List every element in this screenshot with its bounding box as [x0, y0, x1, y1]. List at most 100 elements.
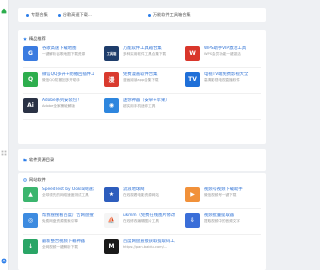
app-meta: 微信QQ多开+防撤回插件工具 微信QQ防撤回多开助手	[42, 72, 94, 83]
app-card[interactable]: ⛵ ukmm（免费在线图片修改器）在线修改编辑图片工具	[104, 213, 175, 228]
app-card[interactable]: ↓ 最新整合视频下载神器 全网视频一键解析下载	[23, 239, 94, 254]
app-card[interactable]: M 百度网盘直接获取提取码工具 https://pan.baidu.com/...	[104, 239, 175, 254]
app-thumbnail[interactable]: ⛵	[104, 213, 119, 228]
app-description: 免费网盘资源搜索引擎	[42, 218, 78, 223]
app-thumbnail[interactable]: M	[104, 239, 119, 254]
globe-icon	[23, 178, 27, 182]
app-description: 提取视频中的音频文字	[204, 218, 240, 223]
app-thumbnail[interactable]: 漫	[104, 72, 119, 87]
app-thumbnail[interactable]: ★	[104, 187, 119, 202]
notice-item-google[interactable]: 谷歌高速下载...	[57, 12, 92, 18]
notice-label: 万能软件工具箱合集	[152, 12, 191, 17]
app-description: 一键解析谷歌地图下载资源	[42, 51, 86, 56]
notice-label: 专题合集	[31, 12, 48, 17]
app-card[interactable]: 漫免费漫画软件合集 漫画阅读app合集下载	[104, 72, 175, 87]
app-title[interactable]: SpeedTest by Ookla网速测试	[42, 187, 94, 193]
app-description: 全球领先的网络速度测试工具	[42, 192, 89, 197]
app-description: WPS会员功能一键激活	[204, 51, 241, 56]
app-meta: 万能软件工具箱合集 多种实用软件工具合集下载	[123, 46, 175, 57]
section-title: 软件资源目录	[29, 157, 55, 162]
app-description: 超实用手机迷你工具	[123, 103, 156, 108]
app-title[interactable]: 微信QQ多开+防撤回插件工具	[42, 72, 94, 78]
app-card[interactable]: Q 微信QQ多开+防撤回插件工具 微信QQ防撤回多开助手	[23, 72, 94, 87]
back-to-top-icon[interactable]	[1, 258, 7, 264]
app-description: 微信QQ防撤回多开助手	[42, 77, 81, 82]
notice-item-toolbox[interactable]: 万能软件工具箱合集	[147, 12, 191, 18]
app-thumbnail[interactable]: Ai	[23, 98, 38, 113]
app-card[interactable]: W WPS助手VIP激活工具 WPS会员功能一键激活	[185, 46, 256, 61]
app-thumbnail[interactable]: ↓	[23, 239, 38, 254]
star-icon	[23, 37, 27, 41]
notice-label: 谷歌高速下载...	[62, 12, 92, 17]
app-thumbnail[interactable]: ◎	[23, 213, 38, 228]
app-card[interactable]: ▶ 视频号视频下载助手 微信视频号一键下载	[185, 187, 256, 202]
home-icon[interactable]	[1, 8, 7, 14]
grid-icon[interactable]	[1, 150, 7, 156]
app-meta: 电视TV端免费影视大全 高清影视电视直播软件	[204, 72, 256, 83]
app-meta: SpeedTest by Ookla网速测试全球领先的网络速度测试工具	[42, 187, 94, 198]
app-title[interactable]: 迷你神器（安卓+苹果）	[123, 98, 175, 104]
app-meta: 视频号视频下载助手 微信视频号一键下载	[204, 187, 256, 198]
app-meta: 免费漫画软件合集 漫画阅读app合集下载	[123, 72, 175, 83]
featured-panel: 精品推荐 G 谷歌高速下载地图 一键解析谷歌地图下载资源 工具箱 万能软件工具箱合集 多种…	[18, 30, 266, 144]
app-meta: 谷歌高速下载地图 一键解析谷歌地图下载资源	[42, 46, 94, 57]
bullet-icon	[57, 13, 61, 17]
bullet-icon	[147, 13, 151, 17]
app-title[interactable]: 电视TV端免费影视大全	[204, 72, 256, 78]
app-card[interactable]: ▲ SpeedTest by Ookla网速测试全球领先的网络速度测试工具	[23, 187, 94, 202]
app-thumbnail[interactable]: Q	[23, 72, 38, 87]
row-divider	[23, 67, 261, 68]
app-meta: 流浪地球网 在线观看电影资源网站	[123, 187, 175, 198]
app-meta: 视频批量提取器 提取视频中的音频文字	[204, 213, 256, 224]
app-card[interactable]: Ai Adobe系列安装包！ Adobe全家桶破解版	[23, 98, 94, 113]
row-divider	[23, 234, 261, 235]
app-description: 在线观看电影资源网站	[123, 192, 159, 197]
app-meta: 最新整合视频下载神器 全网视频一键解析下载	[42, 239, 94, 250]
section-title: 网站软件	[29, 177, 46, 182]
row-divider	[23, 119, 261, 120]
app-description: 多种实用软件工具合集下载	[123, 51, 167, 56]
app-title[interactable]: 帮我搜搜看百度广告网盘搜索	[42, 213, 94, 219]
app-thumbnail[interactable]: G	[23, 46, 38, 61]
app-meta: ukmm（免费在线图片修改器）在线修改编辑图片工具	[123, 213, 175, 224]
left-sidebar	[0, 0, 9, 270]
app-description: https://pan.baidu.com/...	[123, 244, 168, 249]
app-card[interactable]: ◎ 帮我搜搜看百度广告网盘搜索 免费网盘资源搜索引擎	[23, 213, 94, 228]
app-thumbnail[interactable]: ▶	[185, 187, 200, 202]
app-title[interactable]: ukmm（免费在线图片修改器）	[123, 213, 175, 219]
app-thumbnail[interactable]: ◉	[104, 98, 119, 113]
app-description: 在线修改编辑图片工具	[123, 218, 159, 223]
app-card[interactable]: G 谷歌高速下载地图 一键解析谷歌地图下载资源	[23, 46, 94, 61]
web-header: 网站软件	[23, 177, 46, 183]
app-card[interactable]: ◉ 迷你神器（安卓+苹果） 超实用手机迷你工具	[104, 98, 175, 113]
directory-header: 软件资源目录	[23, 157, 54, 163]
app-meta: 百度网盘直接获取提取码工具 https://pan.baidu.com/...	[123, 239, 175, 250]
app-meta: WPS助手VIP激活工具 WPS会员功能一键激活	[204, 46, 256, 57]
directory-panel: 软件资源目录	[18, 149, 266, 171]
app-description: 全网视频一键解析下载	[42, 244, 78, 249]
app-thumbnail[interactable]: TV	[185, 72, 200, 87]
folder-icon	[23, 158, 27, 162]
app-card[interactable]: ★ 流浪地球网 在线观看电影资源网站	[104, 187, 175, 202]
app-thumbnail[interactable]: W	[185, 46, 200, 61]
app-title[interactable]: 百度网盘直接获取提取码工具	[123, 239, 175, 245]
row-divider	[23, 208, 261, 209]
app-meta: Adobe系列安装包！ Adobe全家桶破解版	[42, 98, 94, 109]
app-card[interactable]: ⇩ 视频批量提取器 提取视频中的音频文字	[185, 213, 256, 228]
app-thumbnail[interactable]: 工具箱	[104, 46, 119, 61]
app-card[interactable]: 工具箱 万能软件工具箱合集 多种实用软件工具合集下载	[104, 46, 175, 61]
bullet-icon	[26, 13, 29, 17]
app-meta: 帮我搜搜看百度广告网盘搜索 免费网盘资源搜索引擎	[42, 213, 94, 224]
app-thumbnail[interactable]: ▲	[23, 187, 38, 202]
featured-header: 精品推荐	[23, 36, 46, 42]
app-description: 高清影视电视直播软件	[204, 77, 240, 82]
app-thumbnail[interactable]: ⇩	[185, 213, 200, 228]
app-meta: 迷你神器（安卓+苹果） 超实用手机迷你工具	[123, 98, 175, 109]
section-title: 精品推荐	[29, 36, 46, 41]
web-panel: 网站软件 ▲ SpeedTest by Ookla网速测试全球领先的网络速度测试工…	[18, 173, 266, 270]
notice-bar: 专题合集 谷歌高速下载... 万能软件工具箱合集	[18, 8, 266, 22]
app-card[interactable]: TV 电视TV端免费影视大全 高清影视电视直播软件	[185, 72, 256, 87]
app-description: 漫画阅读app合集下载	[123, 77, 159, 82]
app-description: 微信视频号一键下载	[204, 192, 237, 197]
notice-item-topics[interactable]: 专题合集	[26, 12, 48, 18]
